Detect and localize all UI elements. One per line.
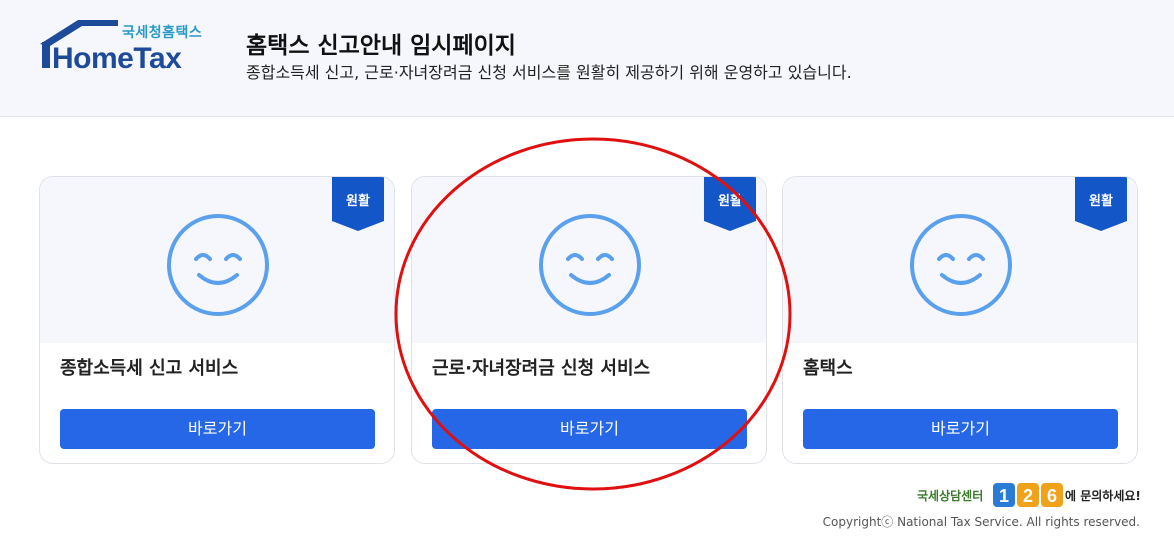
service-card-hometax: 원활 홈택스 바로가기 bbox=[782, 176, 1138, 464]
contact-center-banner: 국세상담센터 1 2 6 에 문의하세요! bbox=[917, 482, 1142, 508]
contact-number-126: 1 2 6 bbox=[993, 483, 1063, 507]
status-badge: 원활 bbox=[346, 194, 370, 209]
hometax-logo[interactable]: 국세청홈택스 HomeTax bbox=[38, 18, 210, 80]
card-title: 홈택스 bbox=[803, 358, 853, 379]
copyright-text: Copyrightⓒ National Tax Service. All rig… bbox=[822, 515, 1140, 529]
status-badge: 원활 bbox=[1089, 194, 1113, 209]
svg-text:6: 6 bbox=[1047, 486, 1057, 506]
page-header: 국세청홈택스 HomeTax 홈택스 신고안내 임시페이지 종합소득세 신고, … bbox=[0, 0, 1174, 117]
logo-subtitle: 국세청홈택스 bbox=[122, 25, 203, 41]
card-title: 근로·자녀장려금 신청 서비스 bbox=[432, 358, 651, 379]
card-status-area: 원활 bbox=[40, 177, 394, 343]
smile-face-icon bbox=[167, 214, 269, 316]
page-description: 종합소득세 신고, 근로·자녀장려금 신청 서비스를 원활히 제공하기 위해 운… bbox=[246, 63, 852, 82]
card-title: 종합소득세 신고 서비스 bbox=[60, 358, 239, 379]
go-button-income-tax[interactable]: 바로가기 bbox=[60, 409, 375, 449]
svg-text:2: 2 bbox=[1023, 486, 1033, 506]
contact-center-label: 국세상담센터 bbox=[917, 489, 984, 503]
page-title: 홈택스 신고안내 임시페이지 bbox=[246, 33, 516, 59]
status-badge: 원활 bbox=[718, 194, 742, 209]
go-button-hometax[interactable]: 바로가기 bbox=[803, 409, 1118, 449]
service-card-earned-income-credit: 원활 근로·자녀장려금 신청 서비스 바로가기 bbox=[411, 176, 767, 464]
smile-face-icon bbox=[539, 214, 641, 316]
card-status-area: 원활 bbox=[412, 177, 766, 343]
card-status-area: 원활 bbox=[783, 177, 1137, 343]
service-card-income-tax: 원활 종합소득세 신고 서비스 바로가기 bbox=[39, 176, 395, 464]
svg-text:1: 1 bbox=[999, 486, 1009, 506]
smile-face-icon bbox=[910, 214, 1012, 316]
logo-wordmark: HomeTax bbox=[52, 42, 182, 75]
go-button-earned-income-credit[interactable]: 바로가기 bbox=[432, 409, 747, 449]
contact-center-suffix: 에 문의하세요! bbox=[1065, 489, 1141, 503]
